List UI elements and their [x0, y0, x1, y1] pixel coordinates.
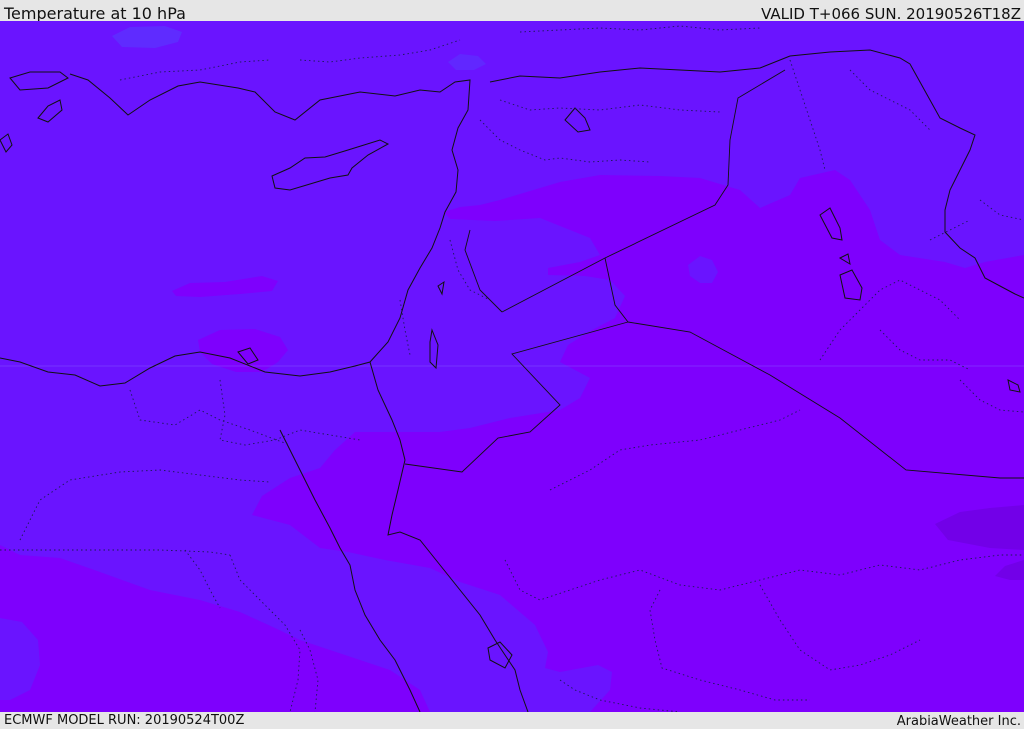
temperature-map[interactable]: [0, 21, 1024, 712]
model-run: ECMWF MODEL RUN: 20190524T00Z: [4, 713, 245, 728]
credit: ArabiaWeather Inc.: [896, 714, 1021, 729]
footer-bar: ECMWF MODEL RUN: 20190524T00Z ArabiaWeat…: [0, 712, 1024, 729]
header-bar: Temperature at 10 hPa VALID T+066 SUN. 2…: [0, 0, 1024, 23]
